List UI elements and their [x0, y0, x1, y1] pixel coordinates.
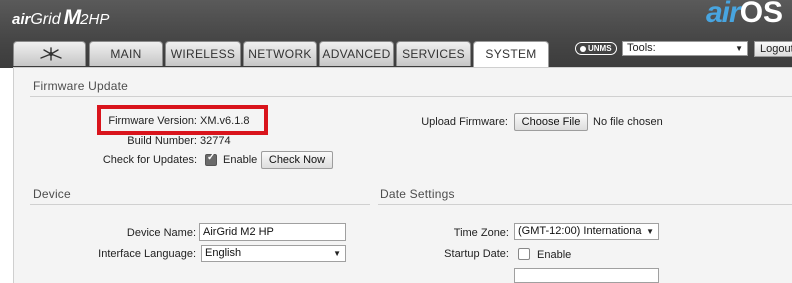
logo-grid-text: Grid: [30, 11, 61, 28]
unms-label: UNMS: [588, 44, 612, 53]
header-bar: airGrid M2HP airOS MAIN WIRELESS NETWORK…: [0, 0, 792, 68]
startup-date-checkbox[interactable]: [518, 248, 530, 260]
product-logo: airGrid M2HP: [12, 6, 109, 30]
no-file-chosen-text: No file chosen: [593, 116, 663, 128]
startup-date-input[interactable]: [514, 268, 659, 283]
airos-os-text: OS: [739, 0, 784, 29]
ubiquiti-logo-icon: [40, 47, 62, 61]
firmware-divider: [30, 96, 792, 97]
tab-network[interactable]: NETWORK: [243, 41, 317, 66]
interface-language-select[interactable]: English ▼: [201, 245, 346, 262]
interface-language-selected: English: [205, 247, 242, 259]
build-number-value: 32774: [200, 135, 231, 147]
tools-dropdown[interactable]: Tools: ▼: [622, 41, 748, 56]
unms-icon: [580, 45, 586, 52]
time-zone-selected: (GMT-12:00) Internationa: [518, 225, 642, 237]
time-zone-label: Time Zone:: [453, 227, 509, 239]
airos-brand: airOS: [706, 0, 783, 30]
time-zone-select[interactable]: (GMT-12:00) Internationa ▼: [514, 223, 659, 240]
chevron-down-icon: ▼: [644, 224, 654, 239]
startup-date-label: Startup Date:: [444, 248, 509, 260]
check-updates-enable-label: Enable: [223, 154, 258, 166]
device-name-input[interactable]: AirGrid M2 HP: [199, 223, 346, 241]
logo-air-text: air: [12, 11, 31, 28]
logo-hp-text: 2HP: [80, 11, 110, 28]
device-name-label: Device Name:: [126, 227, 196, 239]
choose-file-button[interactable]: Choose File: [514, 113, 588, 131]
firmware-version-highlight: [97, 105, 268, 135]
tab-advanced[interactable]: ADVANCED: [319, 41, 394, 66]
airos-air-text: air: [706, 0, 741, 29]
chevron-down-icon: ▼: [331, 246, 341, 261]
logout-button[interactable]: Logout: [754, 41, 792, 57]
interface-language-label: Interface Language:: [98, 248, 196, 260]
check-updates-checkbox[interactable]: [205, 152, 217, 166]
device-divider: [30, 204, 370, 205]
tools-selected: Tools:: [627, 42, 656, 54]
date-settings-divider: [378, 204, 792, 205]
chevron-down-icon: ▼: [735, 44, 743, 53]
check-updates-label: Check for Updates:: [102, 154, 197, 166]
logo-m-text: M: [63, 6, 81, 29]
tab-ubiquiti[interactable]: [13, 41, 86, 66]
tab-wireless[interactable]: WIRELESS: [165, 41, 241, 66]
tab-system[interactable]: SYSTEM: [473, 41, 549, 68]
check-now-button[interactable]: Check Now: [261, 151, 333, 169]
date-settings-section-title: Date Settings: [380, 187, 455, 201]
device-section-title: Device: [33, 187, 71, 201]
upload-firmware-label: Upload Firmware:: [421, 116, 508, 128]
unms-badge[interactable]: UNMS: [575, 42, 617, 55]
build-number-label: Build Number:: [127, 135, 197, 147]
tab-services[interactable]: SERVICES: [396, 41, 471, 66]
startup-date-enable-label: Enable: [537, 249, 572, 261]
tab-main[interactable]: MAIN: [89, 41, 163, 66]
firmware-section-title: Firmware Update: [33, 79, 129, 93]
